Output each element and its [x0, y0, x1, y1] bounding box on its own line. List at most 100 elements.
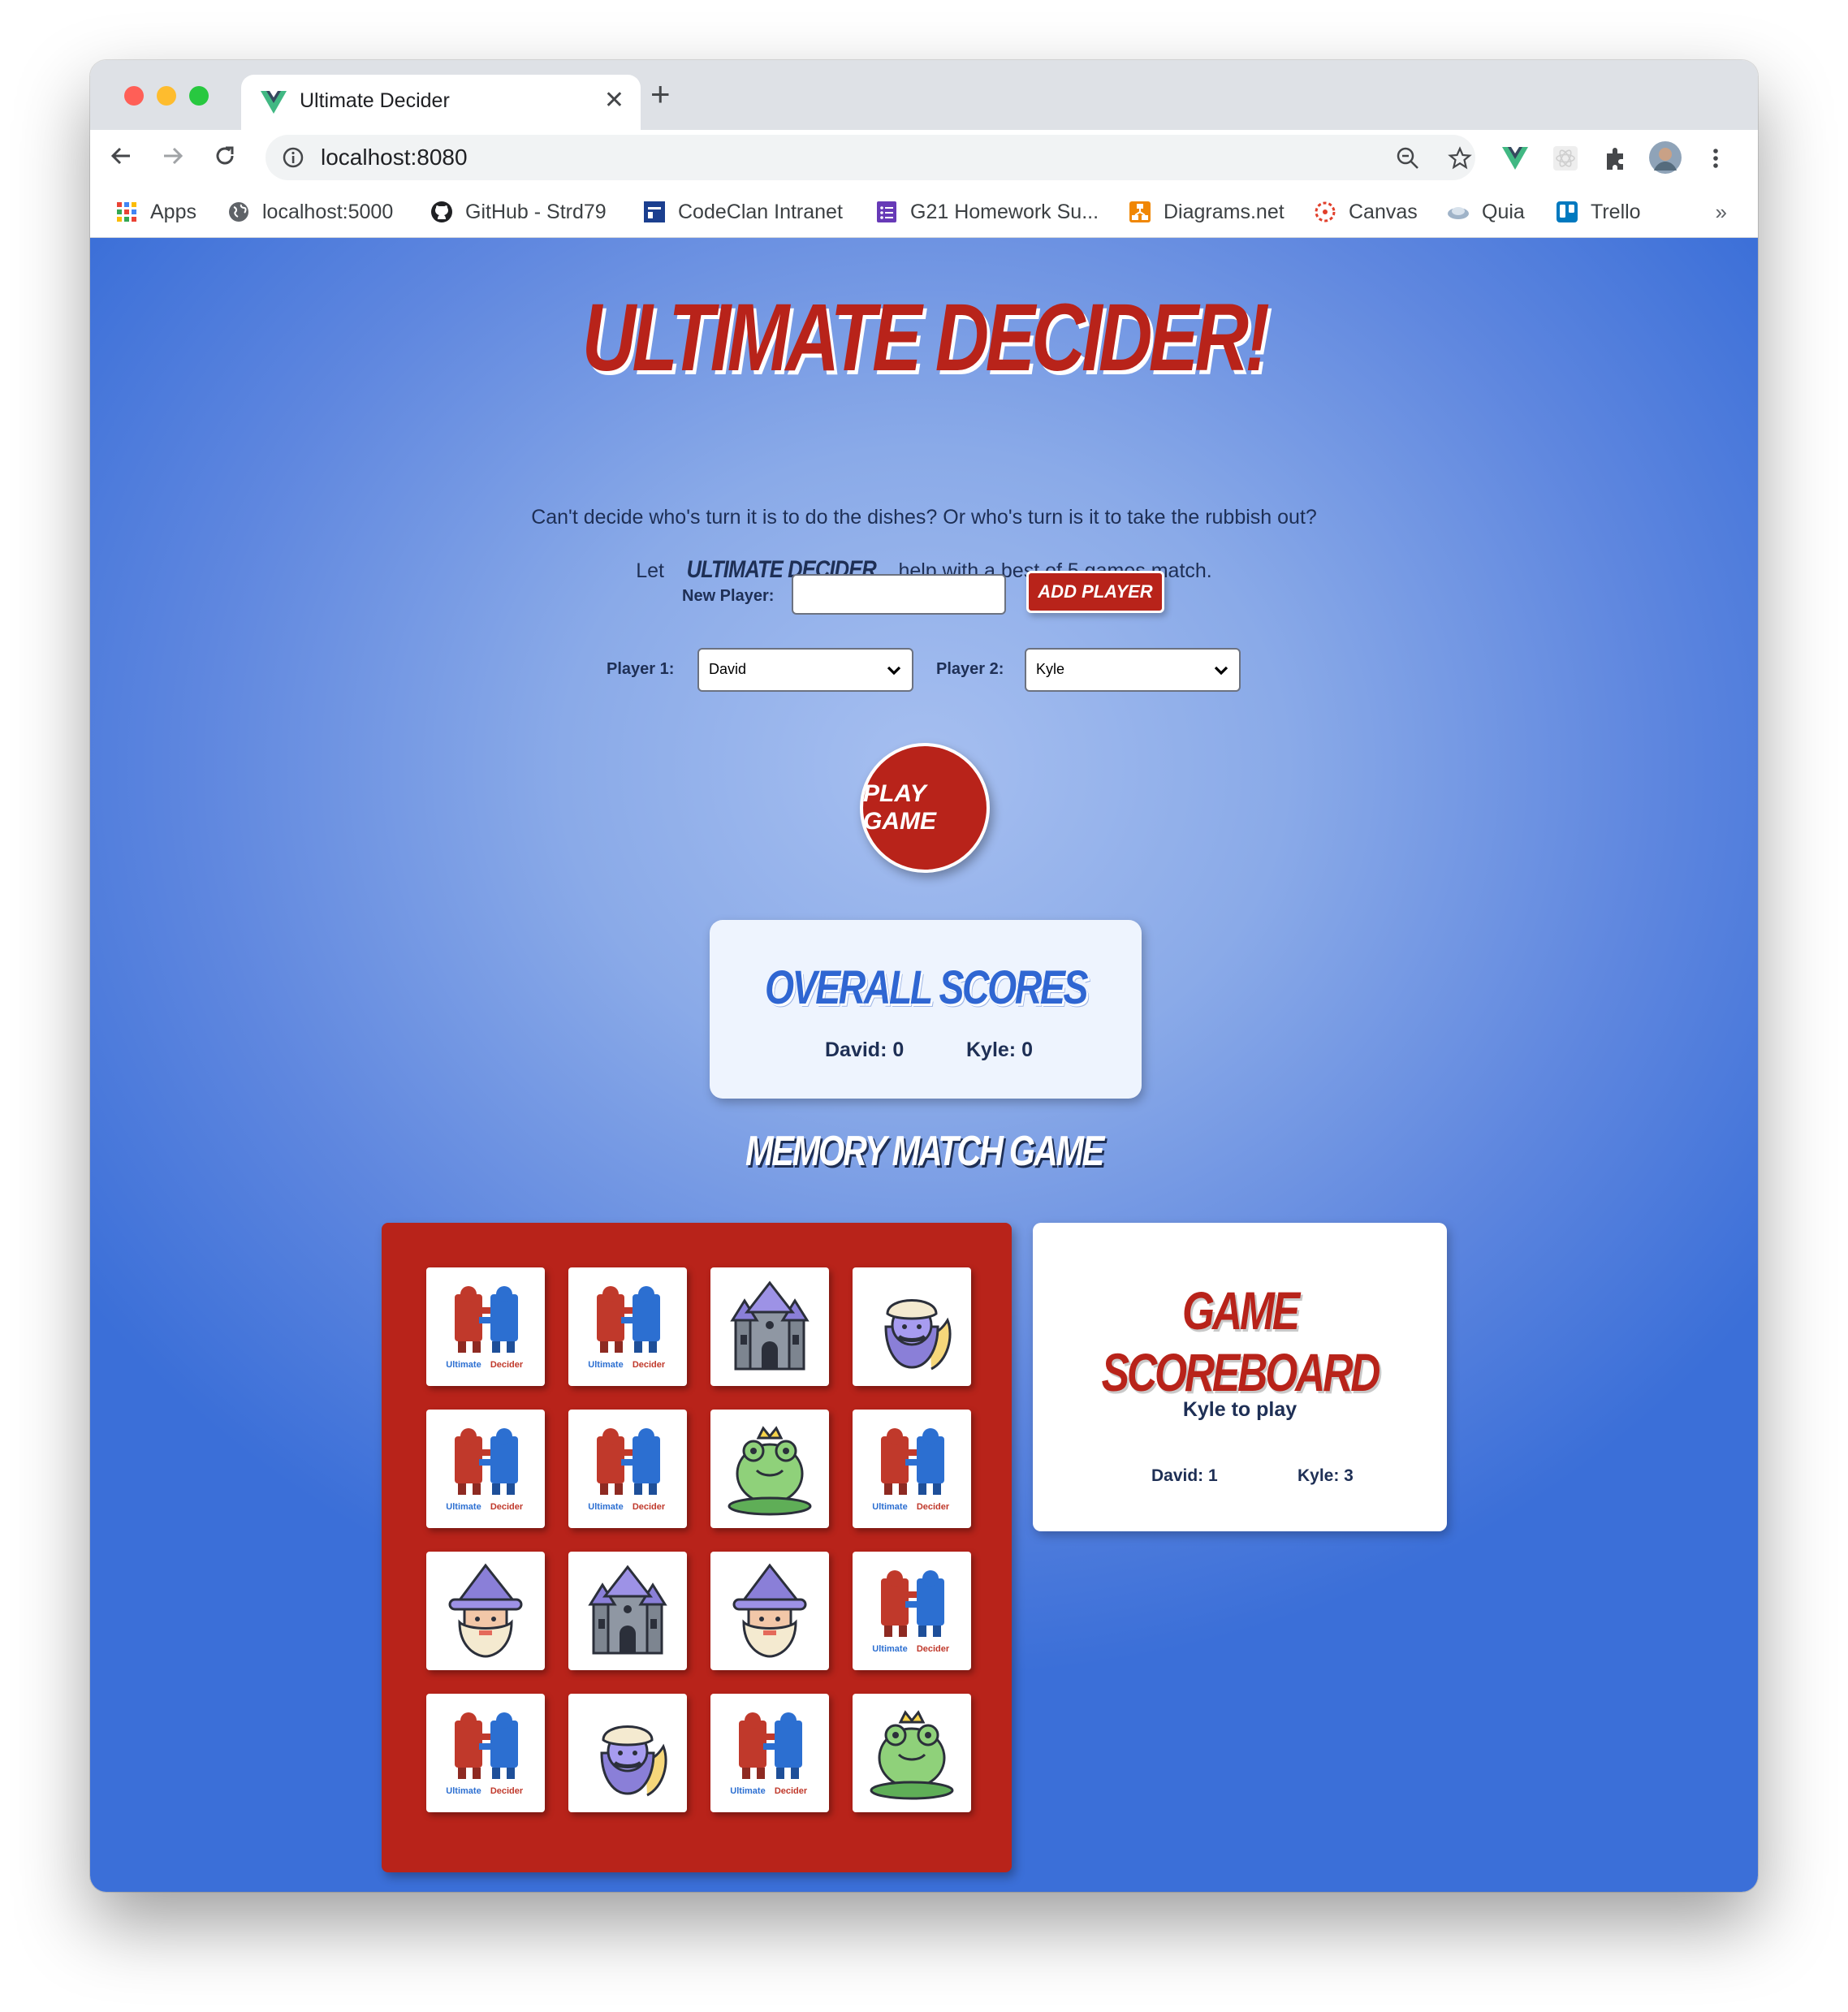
zoom-window-button[interactable]: [189, 86, 209, 106]
ultimate-decider-logo-icon: Ultimate Decider: [872, 1570, 950, 1654]
bookmark-label: G21 Homework Su...: [910, 200, 1099, 223]
svg-text:Decider: Decider: [775, 1786, 808, 1796]
memory-game-board: Ultimate Decider Ultimate Decider Ultimate De…: [382, 1223, 1012, 1872]
genie-icon: [884, 1299, 952, 1371]
codeclan-icon: [644, 201, 665, 222]
bookmark-apps[interactable]: Apps: [114, 198, 196, 226]
close-window-button[interactable]: [124, 86, 144, 106]
react-devtools-icon[interactable]: [1552, 145, 1579, 172]
wizard-icon: [448, 1563, 523, 1658]
canvas-icon: [1315, 201, 1336, 222]
bookmark-star-icon[interactable]: [1448, 146, 1472, 171]
memory-card[interactable]: [710, 1552, 829, 1670]
memory-card[interactable]: [568, 1552, 687, 1670]
close-tab-icon[interactable]: ✕: [604, 86, 624, 114]
page-content: ULTIMATE DECIDER! Can't decide who's tur…: [90, 238, 1758, 1892]
bookmark-github[interactable]: GitHub - Strd79: [430, 198, 607, 226]
bookmark-trello[interactable]: Trello: [1555, 198, 1641, 226]
github-icon: [431, 201, 452, 222]
game-score-player-1: David: 1: [1151, 1466, 1218, 1485]
player-1-select[interactable]: David: [697, 648, 913, 692]
address-bar[interactable]: localhost:8080: [266, 135, 1475, 180]
memory-card[interactable]: Ultimate Decider: [568, 1410, 687, 1528]
new-player-label: New Player:: [682, 587, 775, 605]
page-title: ULTIMATE DECIDER!: [581, 284, 1270, 391]
svg-text:Ultimate: Ultimate: [588, 1502, 623, 1512]
overall-score-player-2: Kyle: 0: [966, 1038, 1033, 1061]
svg-text:Decider: Decider: [917, 1502, 950, 1512]
svg-text:Ultimate: Ultimate: [446, 1360, 481, 1370]
memory-card[interactable]: [710, 1267, 829, 1386]
game-scoreboard-panel: GAME SCOREBOARD Kyle to play David: 1 Ky…: [1033, 1223, 1447, 1531]
reload-button[interactable]: [209, 140, 241, 172]
reload-icon: [216, 146, 234, 165]
forward-button[interactable]: [157, 140, 189, 172]
svg-text:Decider: Decider: [490, 1360, 524, 1370]
site-info-icon[interactable]: [282, 146, 304, 169]
bookmark-homework-form[interactable]: G21 Homework Su...: [874, 198, 1099, 226]
svg-text:Ultimate: Ultimate: [446, 1786, 481, 1796]
castle-icon: [588, 1565, 667, 1655]
player-2-label: Player 2:: [936, 660, 1004, 678]
ultimate-decider-logo-icon: Ultimate Decider: [446, 1286, 524, 1370]
bookmarks-bar: Apps localhost:5000 GitHub - Strd79 Code…: [90, 187, 1758, 238]
ultimate-decider-logo-icon: Ultimate Decider: [588, 1428, 666, 1512]
diagrams-icon: [1129, 201, 1151, 222]
bookmark-label: Apps: [150, 200, 196, 223]
frog-prince-icon: [728, 1426, 812, 1516]
memory-card[interactable]: Ultimate Decider: [426, 1410, 545, 1528]
bookmark-diagrams[interactable]: Diagrams.net: [1128, 198, 1285, 226]
memory-card[interactable]: Ultimate Decider: [853, 1410, 971, 1528]
memory-card[interactable]: [853, 1694, 971, 1812]
svg-text:Decider: Decider: [490, 1786, 524, 1796]
vue-devtools-icon[interactable]: [1501, 145, 1529, 172]
vue-logo-icon: [261, 91, 287, 114]
overall-scores-title: OVERALL SCORES: [764, 961, 1089, 1014]
memory-card[interactable]: Ultimate Decider: [568, 1267, 687, 1386]
browser-toolbar: localhost:8080: [90, 130, 1758, 187]
ultimate-decider-logo-icon: Ultimate Decider: [588, 1286, 666, 1370]
memory-card[interactable]: [853, 1267, 971, 1386]
ultimate-decider-logo-icon: Ultimate Decider: [872, 1428, 950, 1512]
bookmark-label: GitHub - Strd79: [465, 200, 607, 223]
new-player-input[interactable]: [792, 574, 1006, 615]
castle-icon: [730, 1280, 810, 1371]
memory-card[interactable]: Ultimate Decider: [853, 1552, 971, 1670]
bookmark-codeclan[interactable]: CodeClan Intranet: [642, 198, 843, 226]
browser-tab[interactable]: Ultimate Decider ✕: [241, 75, 641, 130]
extensions-puzzle-icon[interactable]: [1602, 145, 1630, 172]
back-button[interactable]: [105, 140, 137, 172]
memory-card[interactable]: [710, 1410, 829, 1528]
play-game-button[interactable]: PLAY GAME: [860, 743, 990, 873]
more-bookmarks-button[interactable]: »: [1716, 200, 1727, 225]
bookmark-localhost-5000[interactable]: localhost:5000: [227, 198, 393, 226]
forward-arrow-icon: [164, 147, 184, 165]
game-scoreboard-title: GAME SCOREBOARD: [1101, 1280, 1381, 1402]
svg-text:Ultimate: Ultimate: [872, 1502, 907, 1512]
memory-card[interactable]: Ultimate Decider: [426, 1694, 545, 1812]
turn-indicator: Kyle to play: [1182, 1398, 1297, 1421]
memory-card[interactable]: [568, 1694, 687, 1812]
memory-card[interactable]: Ultimate Decider: [710, 1694, 829, 1812]
bookmark-label: Quia: [1482, 200, 1525, 223]
browser-window: Ultimate Decider ✕ + localhost:8080 Apps…: [90, 60, 1758, 1892]
bookmark-canvas[interactable]: Canvas: [1313, 198, 1418, 226]
chevron-down-icon: [1214, 666, 1228, 676]
intro-line-1: Can't decide who's turn it is to do the …: [531, 506, 1317, 529]
profile-avatar[interactable]: [1649, 141, 1682, 174]
memory-card[interactable]: [426, 1552, 545, 1670]
tab-bar: Ultimate Decider ✕ +: [90, 60, 1758, 130]
new-tab-button[interactable]: +: [650, 77, 671, 111]
tab-title: Ultimate Decider: [300, 89, 450, 112]
memory-card[interactable]: Ultimate Decider: [426, 1267, 545, 1386]
zoom-out-icon[interactable]: [1396, 146, 1420, 171]
browser-menu-icon[interactable]: [1708, 145, 1724, 172]
overall-scores-panel: OVERALL SCORES David: 0 Kyle: 0: [710, 920, 1142, 1099]
ultimate-decider-logo-icon: Ultimate Decider: [446, 1712, 524, 1796]
add-player-button[interactable]: ADD PLAYER: [1026, 571, 1164, 613]
bookmark-quia[interactable]: Quia: [1446, 198, 1525, 226]
player-2-select[interactable]: Kyle: [1025, 648, 1241, 692]
wizard-icon: [732, 1563, 807, 1658]
ultimate-decider-logo-icon: Ultimate Decider: [730, 1712, 808, 1796]
minimize-window-button[interactable]: [157, 86, 176, 106]
